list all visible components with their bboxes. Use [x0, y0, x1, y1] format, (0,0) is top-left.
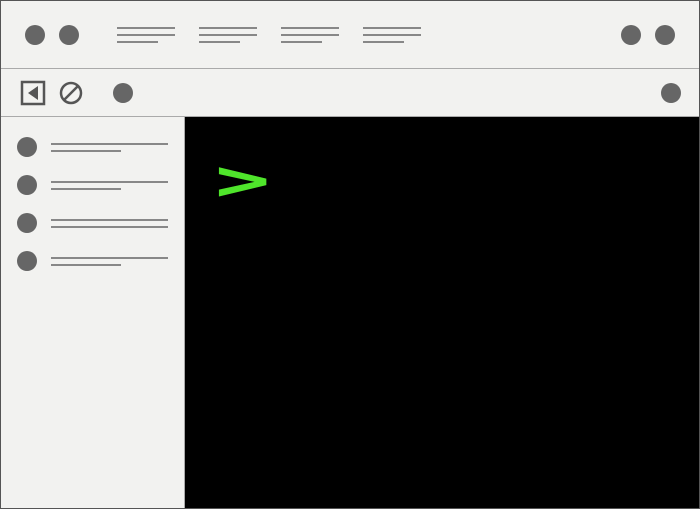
- tab[interactable]: [117, 27, 175, 43]
- tab[interactable]: [199, 27, 257, 43]
- terminal-prompt: >: [215, 153, 270, 209]
- panel-toggle-icon[interactable]: [19, 79, 47, 107]
- sidebar: [1, 117, 185, 508]
- sidebar-item[interactable]: [17, 175, 168, 195]
- tab-bar: [1, 1, 699, 69]
- tab-bar-actions: [621, 25, 675, 45]
- tab[interactable]: [363, 27, 421, 43]
- tabs: [117, 27, 607, 43]
- toolbar-dot-right[interactable]: [661, 83, 681, 103]
- toolbar: [1, 69, 699, 117]
- bullet-icon: [17, 213, 37, 233]
- terminal-panel[interactable]: >: [185, 117, 699, 508]
- tab[interactable]: [281, 27, 339, 43]
- window-control-dot[interactable]: [25, 25, 45, 45]
- window-controls: [25, 25, 79, 45]
- sidebar-item[interactable]: [17, 137, 168, 157]
- bullet-icon: [17, 137, 37, 157]
- main-area: >: [1, 117, 699, 508]
- sidebar-item[interactable]: [17, 213, 168, 233]
- sidebar-item[interactable]: [17, 251, 168, 271]
- toolbar-dot[interactable]: [113, 83, 133, 103]
- action-dot[interactable]: [621, 25, 641, 45]
- window-control-dot[interactable]: [59, 25, 79, 45]
- action-dot[interactable]: [655, 25, 675, 45]
- block-icon[interactable]: [57, 79, 85, 107]
- bullet-icon: [17, 251, 37, 271]
- bullet-icon: [17, 175, 37, 195]
